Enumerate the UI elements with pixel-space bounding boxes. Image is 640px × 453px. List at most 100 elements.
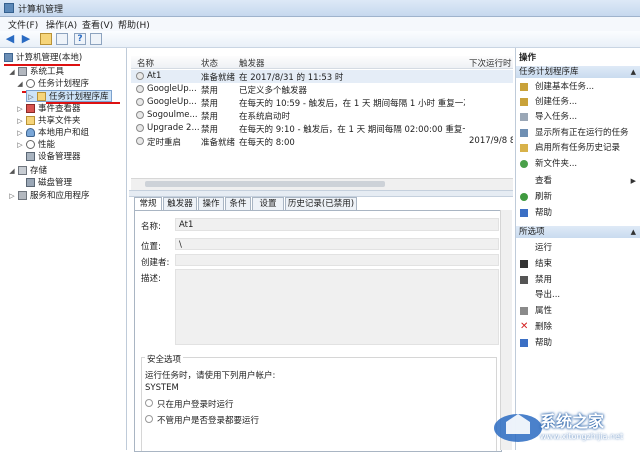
tab-settings[interactable]: 设置 — [252, 197, 284, 210]
action-show-running-tasks[interactable]: 显示所有正在运行的任务 — [520, 127, 638, 139]
help-icon[interactable]: ? — [74, 33, 86, 45]
help-icon — [520, 339, 528, 347]
action-delete[interactable]: ✕ 删除 — [520, 321, 638, 333]
tree-expander[interactable]: ▷ — [27, 91, 35, 103]
collapse-icon[interactable]: ▲ — [631, 66, 636, 78]
tree-expander[interactable]: ▷ — [16, 115, 24, 127]
tools-icon — [18, 67, 27, 76]
menu-view[interactable]: 查看(V) — [82, 18, 113, 31]
history-icon — [520, 144, 528, 152]
tree-expander[interactable]: ◢ — [8, 66, 16, 78]
title-bar: 计算机管理 — [0, 0, 640, 17]
action-refresh[interactable]: 刷新 — [520, 191, 638, 203]
tree-expander[interactable]: ▷ — [16, 139, 24, 151]
computer-icon — [4, 53, 13, 62]
author-field[interactable] — [175, 254, 499, 266]
tree-item-local-users-groups[interactable]: ▷ 本地用户和组 — [16, 127, 124, 139]
pane-splitter[interactable] — [129, 190, 513, 197]
description-field[interactable] — [175, 269, 499, 345]
submenu-arrow-icon: ▶ — [630, 177, 636, 185]
action-create-task[interactable]: 创建任务... — [520, 96, 638, 108]
scrollbar-thumb[interactable] — [145, 181, 385, 187]
create-basic-task-icon — [520, 83, 528, 91]
tree-item-shared-folders[interactable]: ▷ 共享文件夹 — [16, 115, 124, 127]
table-row[interactable]: Upgrade 2... 禁用 在每天的 9:10 - 触发后，在 1 天 期间… — [131, 122, 513, 135]
tree-item-services-apps[interactable]: ▷ 服务和应用程序 — [8, 190, 124, 202]
location-field[interactable]: \ — [175, 238, 499, 250]
show-hide-tree-icon[interactable] — [56, 33, 68, 45]
column-status[interactable]: 状态 — [201, 57, 218, 69]
table-row[interactable]: Sogoulme... 禁用 在系统启动时 — [131, 109, 513, 122]
tree-item-task-scheduler[interactable]: ◢ 任务计划程序 — [16, 78, 124, 90]
name-field[interactable]: At1 — [175, 218, 499, 231]
collapse-icon[interactable]: ▲ — [631, 226, 636, 238]
action-create-basic-task[interactable]: 创建基本任务... — [520, 81, 638, 93]
tree-item-system-tools[interactable]: ◢ 系统工具 — [8, 66, 124, 78]
action-export[interactable]: 导出... — [520, 289, 638, 301]
performance-icon — [26, 140, 35, 149]
tree-item-event-viewer[interactable]: ▷ 事件查看器 — [16, 103, 124, 115]
running-tasks-icon — [520, 129, 528, 137]
actions-header: 操作 — [516, 52, 640, 64]
menu-action[interactable]: 操作(A) — [46, 18, 77, 31]
tree-expander[interactable]: ◢ — [16, 78, 24, 90]
action-end[interactable]: 结束 — [520, 258, 638, 270]
action-help-selected[interactable]: 帮助 — [520, 337, 638, 349]
general-tab-panel: 名称: At1 位置: \ 创建者: 描述: 安全选项 运行任务时，请使用下列用… — [134, 210, 502, 452]
action-run[interactable]: 运行 — [520, 242, 638, 254]
tab-actions[interactable]: 操作 — [198, 197, 224, 210]
forward-arrow-icon[interactable]: ▶ — [20, 33, 32, 45]
device-manager-icon — [26, 152, 35, 161]
run-when-logged-on-radio[interactable] — [145, 399, 153, 407]
column-name[interactable]: 名称 — [137, 57, 154, 69]
table-row[interactable]: 定时重启 准备就绪 在每天的 8:00 2017/9/8 8 — [131, 135, 513, 148]
run-whether-logged-on-label: 不管用户是否登录都要运行 — [157, 416, 260, 426]
horizontal-scrollbar[interactable] — [131, 178, 513, 190]
tree-expander[interactable]: ◢ — [8, 165, 16, 177]
tree-item-disk-management[interactable]: 磁盘管理 — [16, 177, 124, 189]
refresh-icon — [520, 193, 528, 201]
action-disable[interactable]: 禁用 — [520, 274, 638, 286]
column-trigger[interactable]: 触发器 — [239, 57, 265, 69]
action-new-folder[interactable]: 新文件夹... — [520, 158, 638, 170]
up-folder-icon[interactable] — [40, 33, 52, 45]
menu-file[interactable]: 文件(F) — [8, 18, 38, 31]
action-enable-history[interactable]: 启用所有任务历史记录 — [520, 142, 638, 154]
table-row[interactable]: GoogleUp... 禁用 已定义多个触发器 — [131, 83, 513, 96]
tree-item-performance[interactable]: ▷ 性能 — [16, 139, 124, 151]
tab-conditions[interactable]: 条件 — [225, 197, 251, 210]
tab-general[interactable]: 常规 — [134, 197, 162, 211]
action-view[interactable]: 查看 ▶ — [520, 175, 636, 187]
import-task-icon — [520, 113, 528, 121]
actions-section-selected[interactable]: 所选项 ▲ — [516, 226, 640, 238]
task-list-header: 名称 状态 触发器 下次运行时 — [131, 56, 513, 69]
task-icon — [136, 111, 144, 119]
tree-expander[interactable]: ▷ — [16, 127, 24, 139]
disable-icon — [520, 276, 528, 284]
tree-item-task-scheduler-library[interactable]: ▷ 任务计划程序库 — [26, 90, 112, 102]
name-label: 名称: — [141, 222, 161, 232]
column-next-run[interactable]: 下次运行时 — [469, 57, 512, 69]
table-row[interactable]: At1 准备就绪 在 2017/8/31 的 11:53 时 — [131, 70, 513, 83]
location-label: 位置: — [141, 242, 161, 252]
show-action-pane-icon[interactable] — [90, 33, 102, 45]
menu-help[interactable]: 帮助(H) — [118, 18, 150, 31]
tab-history[interactable]: 历史记录(已禁用) — [285, 197, 357, 210]
watermark-title: 系统之家 — [540, 412, 605, 431]
computer-management-icon — [4, 3, 14, 13]
action-help[interactable]: 帮助 — [520, 207, 638, 219]
clock-icon — [26, 79, 35, 88]
action-import-task[interactable]: 导入任务... — [520, 111, 638, 123]
tab-triggers[interactable]: 触发器 — [163, 197, 197, 210]
action-properties[interactable]: 属性 — [520, 305, 638, 317]
back-arrow-icon[interactable]: ◀ — [4, 33, 16, 45]
tree-item-computer-management[interactable]: 计算机管理(本地) — [4, 52, 124, 64]
tree-expander[interactable]: ▷ — [8, 190, 16, 202]
security-options-title: 安全选项 — [145, 353, 184, 365]
tree-item-storage[interactable]: ◢ 存储 — [8, 165, 124, 177]
tree-item-device-manager[interactable]: 设备管理器 — [16, 151, 124, 163]
table-row[interactable]: GoogleUp... 禁用 在每天的 10:59 - 触发后，在 1 天 期间… — [131, 96, 513, 109]
run-whether-logged-on-radio[interactable] — [145, 415, 153, 423]
actions-section-library[interactable]: 任务计划程序库 ▲ — [516, 66, 640, 78]
tree-expander[interactable]: ▷ — [16, 103, 24, 115]
